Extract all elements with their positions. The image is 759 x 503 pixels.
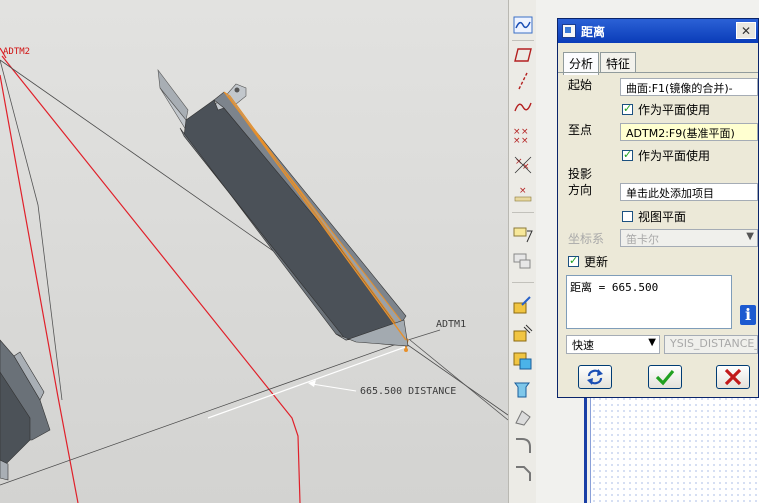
csys-select[interactable]: 笛卡尔 ▼	[620, 229, 758, 247]
offset-point-icon[interactable]: ×	[511, 182, 535, 204]
dialog-titlebar[interactable]: 距离 ✕	[558, 19, 758, 43]
distance-dimension-label[interactable]: 665.500 DISTANCE	[360, 386, 456, 397]
csys-value: 笛卡尔	[626, 233, 659, 246]
projection-direction-value: 单击此处添加项目	[626, 187, 714, 200]
to-use-as-plane-checkbox[interactable]: 作为平面使用	[622, 147, 710, 164]
axis-icon[interactable]	[511, 70, 535, 92]
sketched-point-icon[interactable]: × ×	[511, 154, 535, 176]
extrude-icon[interactable]	[511, 378, 535, 400]
reference-edge-line	[0, 59, 508, 416]
reference-edge-line-4	[409, 339, 508, 421]
projection-label-line2: 方向	[568, 183, 593, 197]
chevron-down-icon: ▼	[746, 231, 754, 242]
analysis-icon[interactable]	[511, 250, 535, 272]
view-plane-label: 视图平面	[638, 210, 687, 224]
cancel-x-icon	[724, 368, 742, 386]
csys-label: 坐标系	[568, 232, 605, 246]
projection-direction-field[interactable]: 单击此处添加项目	[620, 183, 758, 201]
dialog-app-icon	[562, 24, 576, 38]
from-use-as-plane-check[interactable]	[622, 102, 633, 115]
datum-toolbar: × × × × × × ×	[508, 0, 544, 503]
from-use-as-plane-checkbox[interactable]: 作为平面使用	[622, 101, 710, 118]
checkmark-icon	[655, 369, 675, 386]
dialog-title: 距离	[581, 24, 606, 39]
from-label: 起始	[568, 78, 593, 92]
from-reference-field[interactable]: 曲面:F1(镜像的合并)-	[620, 78, 758, 96]
insert-model-icon[interactable]	[511, 294, 535, 316]
view-plane-check[interactable]	[622, 211, 633, 222]
from-use-as-plane-label: 作为平面使用	[638, 103, 711, 117]
datum-label-adtm1[interactable]: ADTM1	[436, 319, 466, 330]
result-text-area[interactable]: 距离 = 665.500	[566, 275, 732, 329]
curve-icon[interactable]	[511, 96, 535, 118]
insert-feature-icon[interactable]	[511, 350, 535, 372]
svg-text:×: ×	[513, 136, 521, 145]
info-icon[interactable]: i	[740, 305, 756, 325]
model-viewport[interactable]: ADTM2 ADTM1 665.500 DISTANCE	[0, 0, 508, 503]
to-use-as-plane-check[interactable]	[622, 148, 633, 161]
to-reference-field[interactable]: ADTM2:F9(基准平面)	[620, 123, 758, 141]
sketch-curve-icon[interactable]	[511, 14, 535, 36]
dialog-tabs: 分析 特征	[563, 52, 637, 75]
mode-select[interactable]: 快速 ▼	[566, 335, 660, 354]
update-label: 更新	[584, 255, 609, 269]
model-canvas[interactable]: ADTM2 ADTM1 665.500 DISTANCE	[0, 0, 508, 503]
reference-edge-line-2	[0, 59, 63, 401]
dimension-line	[207, 345, 409, 419]
to-use-as-plane-label: 作为平面使用	[638, 149, 711, 163]
datum-label-adtm2[interactable]: ADTM2	[3, 47, 30, 57]
update-check[interactable]	[568, 254, 579, 267]
cancel-button[interactable]	[716, 365, 750, 389]
close-button[interactable]: ✕	[736, 22, 756, 39]
svg-text:×: ×	[519, 186, 527, 196]
svg-text:×: ×	[521, 136, 529, 145]
bracket-part[interactable]	[157, 68, 409, 352]
datum-csys-icon[interactable]	[511, 224, 535, 246]
mode-value: 快速	[572, 339, 594, 352]
projection-label-line1: 投影	[568, 167, 593, 181]
ok-button[interactable]	[648, 365, 682, 389]
insert-model-2-icon[interactable]	[511, 322, 535, 344]
update-checkbox[interactable]: 更新	[568, 253, 608, 270]
analysis-name-field[interactable]: YSIS_DISTANCE_1	[664, 335, 758, 354]
to-reference-value: ADTM2:F9(基准平面)	[626, 127, 735, 140]
revolve-icon[interactable]	[511, 406, 535, 428]
partial-part-lower-left[interactable]	[0, 339, 51, 481]
from-reference-value: 曲面:F1(镜像的合并)-	[626, 82, 733, 95]
chevron-down-icon: ▼	[648, 337, 656, 348]
result-distance-value: 距离 = 665.500	[570, 281, 659, 294]
round-icon[interactable]	[511, 434, 535, 456]
repeat-icon	[587, 369, 603, 385]
to-label: 至点	[568, 123, 593, 137]
view-plane-checkbox[interactable]: 视图平面	[622, 208, 686, 225]
plane-icon[interactable]	[511, 44, 535, 66]
analysis-name-value: YSIS_DISTANCE_1	[670, 337, 758, 350]
distance-dialog: 距离 ✕ 分析 特征 起始 曲面:F1(镜像的合并)- 作为平面使用 至点 AD…	[557, 18, 759, 398]
datum-plane-adtm2-edge	[1, 55, 301, 503]
tab-feature[interactable]: 特征	[600, 52, 637, 72]
chamfer-icon[interactable]	[511, 462, 535, 484]
repeat-button[interactable]	[578, 365, 612, 389]
